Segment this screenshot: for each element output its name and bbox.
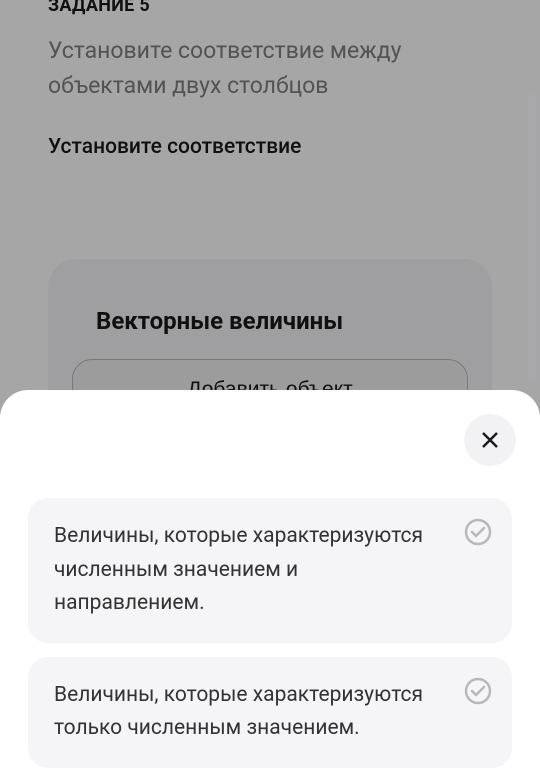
close-icon [480,430,500,450]
check-circle-icon [464,518,492,546]
scrollbar[interactable] [528,94,536,384]
option-text: Величины, которые характеризуются числен… [54,520,448,621]
options-container: Величины, которые характеризуются числен… [28,498,512,768]
option-item[interactable]: Величины, которые характеризуются только… [28,657,512,768]
option-item[interactable]: Величины, которые характеризуются числен… [28,498,512,643]
check-circle-icon [464,677,492,705]
close-button[interactable] [464,414,516,466]
option-text: Величины, которые характеризуются только… [54,679,448,746]
bottom-sheet: Величины, которые характеризуются числен… [0,390,540,762]
